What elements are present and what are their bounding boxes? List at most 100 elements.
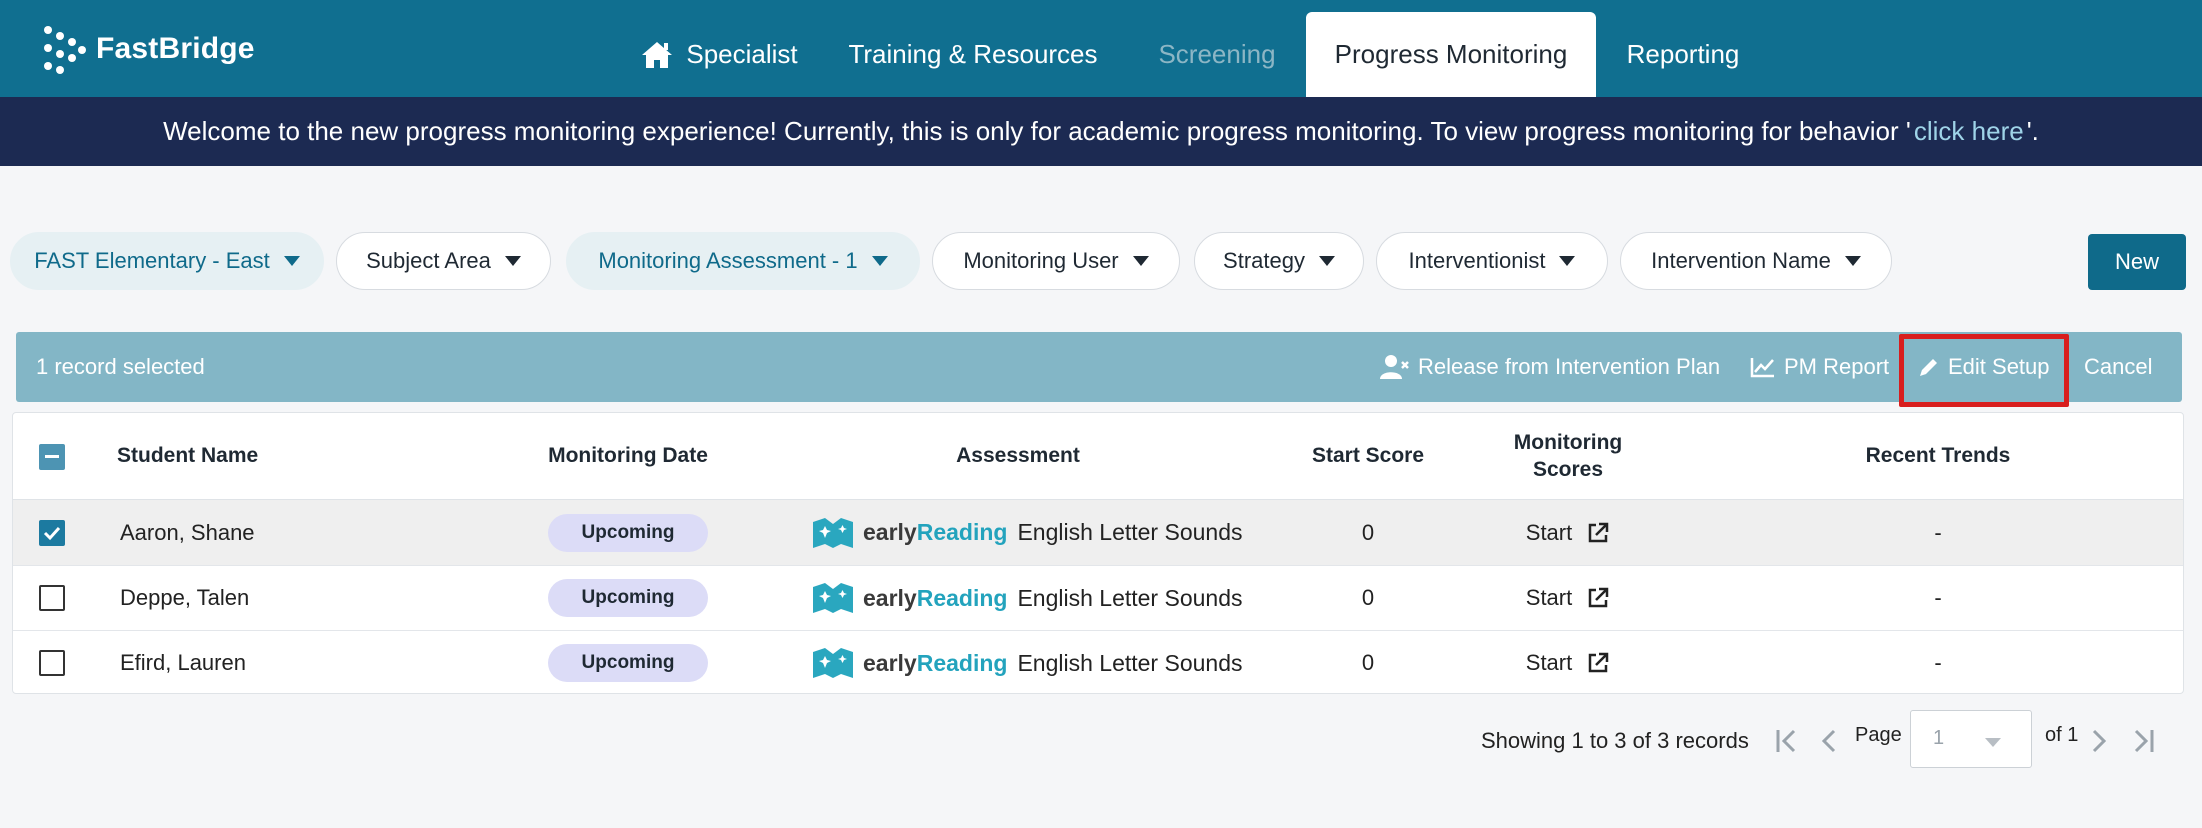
selection-action-bar: 1 record selected Release from Intervent…	[16, 332, 2182, 402]
tab-specialist[interactable]: Specialist	[624, 12, 814, 97]
banner-click-here-link[interactable]: click here	[1914, 116, 2024, 147]
filter-school[interactable]: FAST Elementary - East	[10, 232, 324, 290]
start-label: Start	[1525, 519, 1573, 545]
filter-interventionist-label: Interventionist	[1408, 248, 1546, 273]
external-link-icon	[1588, 522, 1609, 542]
row-checkbox[interactable]	[39, 585, 65, 611]
header-monitoring-date[interactable]: Monitoring Date	[523, 413, 733, 500]
filter-interventionist[interactable]: Interventionist	[1376, 232, 1608, 290]
page-select-value: 1	[1933, 727, 1945, 749]
header-assessment[interactable]: Assessment	[893, 413, 1143, 500]
filter-monitoring-user[interactable]: Monitoring User	[932, 232, 1180, 290]
start-score: 0	[1361, 650, 1375, 675]
tab-progress-monitoring[interactable]: Progress Monitoring	[1306, 12, 1596, 97]
monitoring-date-cell: Upcoming	[537, 631, 719, 695]
logo-text: FastBridge	[96, 32, 255, 65]
start-label: Start	[1525, 650, 1573, 675]
row-checkbox[interactable]	[39, 519, 65, 546]
caret-down-icon	[283, 256, 300, 266]
start-score: 0	[1361, 519, 1375, 545]
tab-reporting-label: Reporting	[1626, 39, 1740, 69]
row-checkbox[interactable]	[39, 650, 65, 676]
start-link[interactable]: Start	[1526, 520, 1610, 546]
pm-report-button[interactable]: PM Report	[1750, 332, 1889, 402]
last-page-icon[interactable]	[2130, 724, 2156, 758]
header-student-name[interactable]: Student Name	[117, 413, 377, 500]
logo-mark-icon	[42, 24, 86, 74]
students-table: Student Name Monitoring Date Assessment …	[12, 412, 2184, 694]
row-checkbox-cell	[39, 500, 65, 565]
new-button[interactable]: New	[2088, 234, 2186, 290]
fastbridge-logo[interactable]: FastBridge	[42, 22, 255, 76]
monitoring-scores-cell: Start	[1493, 631, 1643, 695]
status-badge: Upcoming	[548, 644, 708, 682]
brand-early: early	[863, 519, 917, 545]
row-checkbox-cell	[39, 566, 65, 630]
tab-reporting[interactable]: Reporting	[1608, 12, 1758, 97]
release-button[interactable]: Release from Intervention Plan	[1380, 332, 1720, 402]
student-name[interactable]: Efird, Lauren	[120, 631, 246, 695]
page-select[interactable]: 1	[1910, 710, 2032, 768]
filter-monitoring-assessment[interactable]: Monitoring Assessment - 1	[566, 232, 920, 290]
selected-count: 1 record selected	[36, 354, 205, 379]
early-reading-logo-icon	[813, 517, 853, 548]
filter-strategy[interactable]: Strategy	[1194, 232, 1364, 290]
checkmark-icon	[43, 526, 61, 540]
student-name[interactable]: Deppe, Talen	[120, 566, 249, 630]
start-link[interactable]: Start	[1526, 650, 1610, 676]
assessment-name: English Letter Sounds	[1017, 649, 1243, 676]
recent-trend: -	[1934, 519, 1942, 545]
filter-strategy-label: Strategy	[1223, 248, 1305, 273]
pencil-icon	[1920, 359, 1937, 376]
banner-text-end: '.	[2026, 116, 2039, 146]
start-label: Start	[1525, 585, 1573, 610]
previous-page-icon[interactable]	[1818, 724, 1840, 758]
student-name[interactable]: Aaron, Shane	[120, 500, 255, 565]
filter-monitoring-assessment-label: Monitoring Assessment - 1	[598, 248, 858, 273]
select-all-checkbox[interactable]	[39, 443, 65, 470]
brand-reading: Reading	[916, 519, 1008, 545]
monitoring-date-cell: Upcoming	[537, 566, 719, 630]
external-link-icon	[1588, 587, 1609, 608]
caret-down-icon	[1559, 256, 1576, 266]
pm-report-label: PM Report	[1784, 354, 1890, 379]
header-start-score[interactable]: Start Score	[1283, 413, 1453, 500]
assessment-cell: early Reading English Letter Sounds	[811, 500, 1243, 565]
cancel-label: Cancel	[2084, 354, 2153, 379]
first-page-icon[interactable]	[1774, 724, 1800, 758]
top-nav: FastBridge Specialist Training & Resourc…	[0, 0, 2202, 97]
edit-setup-label: Edit Setup	[1948, 354, 2050, 379]
tab-training-resources[interactable]: Training & Resources	[838, 12, 1108, 97]
brand-reading: Reading	[916, 649, 1008, 676]
edit-setup-button[interactable]: Edit Setup	[1918, 332, 2050, 402]
header-monitoring-scores[interactable]: Monitoring Scores	[1483, 413, 1653, 500]
start-link[interactable]: Start	[1526, 585, 1610, 611]
early-reading-logo-icon	[813, 648, 853, 678]
row-checkbox-cell	[39, 631, 65, 695]
tab-screening[interactable]: Screening	[1142, 12, 1292, 97]
table-row[interactable]: Deppe, Talen Upcoming early Reading Engli…	[13, 566, 2183, 631]
external-link-icon	[1588, 652, 1609, 673]
pagination-summary: Showing 1 to 3 of 3 records	[1481, 728, 1749, 753]
tab-screening-label: Screening	[1158, 39, 1276, 69]
next-page-icon[interactable]	[2088, 724, 2110, 758]
filter-intervention-name[interactable]: Intervention Name	[1620, 232, 1892, 290]
caret-down-icon	[1318, 256, 1335, 266]
header-recent-trends[interactable]: Recent Trends	[1813, 413, 2063, 500]
home-icon	[642, 41, 673, 68]
select-all-cell	[39, 413, 65, 500]
table-row[interactable]: Aaron, Shane Upcoming early Reading Engli…	[13, 500, 2183, 566]
table-header: Student Name Monitoring Date Assessment …	[13, 413, 2183, 500]
header-monitoring-scores-line1: Monitoring	[1513, 431, 1623, 455]
cancel-button[interactable]: Cancel	[2084, 332, 2152, 402]
brand-early: early	[863, 649, 917, 676]
filter-subject-area[interactable]: Subject Area	[336, 232, 551, 290]
start-score: 0	[1361, 585, 1375, 610]
line-chart-icon	[1750, 358, 1774, 378]
table-row[interactable]: Efird, Lauren Upcoming early Reading Engl…	[13, 631, 2183, 695]
brand-early: early	[863, 584, 917, 611]
header-monitoring-scores-line2: Scores	[1532, 457, 1604, 481]
assessment-cell: early Reading English Letter Sounds	[811, 631, 1243, 695]
welcome-banner: Welcome to the new progress monitoring e…	[0, 97, 2202, 166]
tab-progress-monitoring-label: Progress Monitoring	[1334, 39, 1568, 69]
